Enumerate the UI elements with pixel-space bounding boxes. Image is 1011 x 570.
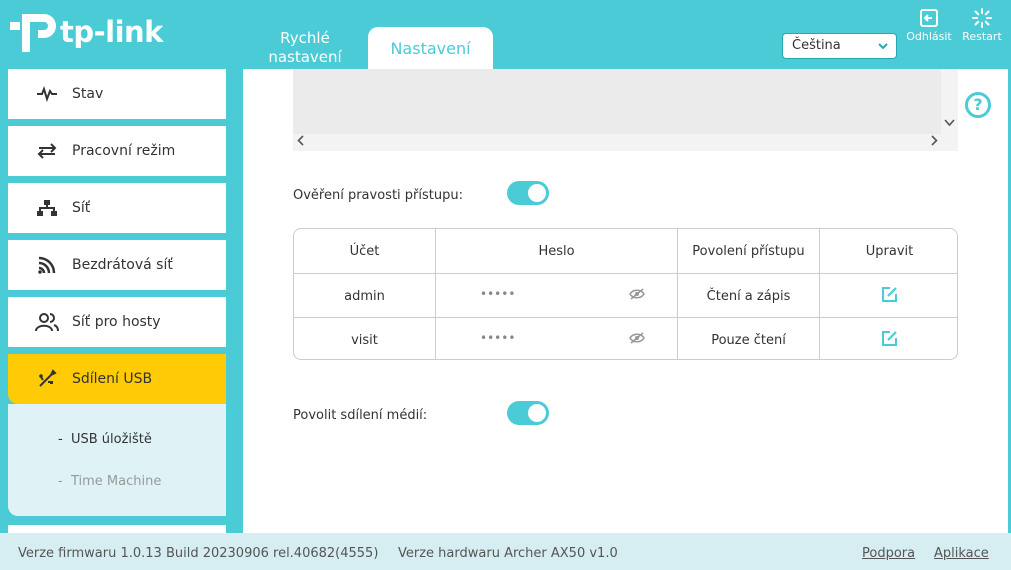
- restart-icon: [972, 8, 992, 28]
- edit-cell: [820, 318, 957, 359]
- logout-icon: [920, 9, 938, 27]
- edit-icon[interactable]: [881, 330, 898, 351]
- eye-hidden-icon[interactable]: [629, 288, 645, 304]
- usb-icon: [34, 366, 60, 392]
- sidebar-item-label: Síť pro hosty: [72, 314, 161, 330]
- submenu-item-usb-storage[interactable]: - USB úložiště: [58, 432, 152, 447]
- access-cell: Pouze čtení: [678, 318, 820, 359]
- footer: Verze firmwaru 1.0.13 Build 20230906 rel…: [0, 533, 1011, 570]
- auth-label: Ověření pravosti přístupu:: [293, 188, 463, 203]
- toggle-knob: [528, 184, 546, 202]
- pulse-icon: [34, 81, 60, 107]
- usb-submenu: - USB úložiště - Time Machine: [8, 404, 226, 516]
- accounts-table: Účet Heslo Povolení přístupu Upravit adm…: [293, 228, 958, 360]
- sidebar-item-label: Sdílení USB: [72, 371, 153, 387]
- submenu-item-time-machine[interactable]: - Time Machine: [58, 474, 161, 489]
- sidebar-item-status[interactable]: Stav: [8, 69, 226, 119]
- eye-hidden-icon[interactable]: [629, 332, 645, 348]
- table-row: visit ••••• Pouze čtení: [294, 317, 957, 359]
- language-value: Čeština: [792, 38, 841, 53]
- network-icon: [34, 195, 60, 221]
- scroll-right-icon[interactable]: [930, 135, 938, 150]
- apps-link[interactable]: Aplikace: [934, 546, 989, 561]
- swap-arrows-icon: [34, 138, 60, 164]
- sidebar-item-label: Síť: [72, 200, 91, 216]
- main-content: ? Ověření pravosti přístupu: Účet Heslo …: [243, 69, 1008, 533]
- restart-button[interactable]: Restart: [957, 8, 1007, 43]
- password-mask: •••••: [480, 287, 516, 301]
- media-sharing-label: Povolit sdílení médií:: [293, 408, 428, 423]
- edit-icon[interactable]: [881, 286, 898, 307]
- horizontal-scrollbar[interactable]: [293, 134, 958, 151]
- sidebar-item-label: Pracovní režim: [72, 143, 176, 159]
- folder-list-scroll-area[interactable]: [293, 69, 958, 151]
- brand-name: tp-link: [60, 15, 163, 49]
- edit-cell: [820, 274, 957, 318]
- toggle-knob: [528, 404, 546, 422]
- wifi-icon: [34, 252, 60, 278]
- chevron-down-icon: [878, 34, 888, 67]
- tab-quick-setup[interactable]: Rychlé nastavení: [250, 29, 360, 67]
- column-header-access: Povolení přístupu: [678, 229, 820, 273]
- firmware-version: Verze firmwaru 1.0.13 Build 20230906 rel…: [18, 546, 379, 561]
- top-header: tp-link Rychlé nastavení Nastavení Češti…: [0, 0, 1011, 69]
- password-cell: •••••: [436, 318, 678, 359]
- password-cell: •••••: [436, 274, 678, 318]
- column-header-edit: Upravit: [865, 243, 914, 259]
- table-row: admin ••••• Čtení a zápis: [294, 273, 957, 318]
- sidebar-item-operation-mode[interactable]: Pracovní režim: [8, 126, 226, 176]
- restart-label: Restart: [962, 30, 1002, 43]
- tp-link-logo: tp-link: [8, 8, 163, 56]
- language-select[interactable]: Čeština: [782, 33, 897, 59]
- account-cell: visit: [294, 318, 436, 359]
- support-link[interactable]: Podpora: [862, 546, 915, 561]
- sidebar-item-network[interactable]: Síť: [8, 183, 226, 233]
- column-header-password: Heslo: [436, 229, 678, 273]
- table-header-row: Účet Heslo Povolení přístupu Upravit: [294, 229, 957, 273]
- logout-button[interactable]: Odhlásit: [904, 8, 954, 43]
- tab-settings[interactable]: Nastavení: [368, 27, 493, 69]
- tp-link-logo-icon: [10, 14, 56, 52]
- sidebar-item-wireless[interactable]: Bezdrátová síť: [8, 240, 226, 290]
- password-mask: •••••: [480, 331, 516, 345]
- sidebar-item-guest-network[interactable]: Síť pro hosty: [8, 297, 226, 347]
- access-cell: Čtení a zápis: [678, 274, 820, 318]
- sidebar-item-label: Bezdrátová síť: [72, 257, 173, 273]
- sidebar-item-label: Stav: [72, 86, 104, 102]
- scroll-down-icon[interactable]: [944, 117, 955, 130]
- sidebar: Stav Pracovní režim Síť Bezdrátová síť S…: [0, 69, 235, 537]
- account-cell: admin: [294, 274, 436, 318]
- logout-label: Odhlásit: [906, 30, 952, 43]
- sidebar-item-usb-sharing[interactable]: Sdílení USB: [8, 354, 226, 404]
- guest-users-icon: [34, 309, 60, 335]
- hardware-version: Verze hardwaru Archer AX50 v1.0: [398, 546, 618, 561]
- auth-toggle[interactable]: [507, 181, 549, 205]
- help-icon[interactable]: ?: [965, 92, 991, 118]
- media-sharing-toggle[interactable]: [507, 401, 549, 425]
- scroll-left-icon[interactable]: [297, 135, 305, 150]
- column-header-account: Účet: [294, 229, 436, 273]
